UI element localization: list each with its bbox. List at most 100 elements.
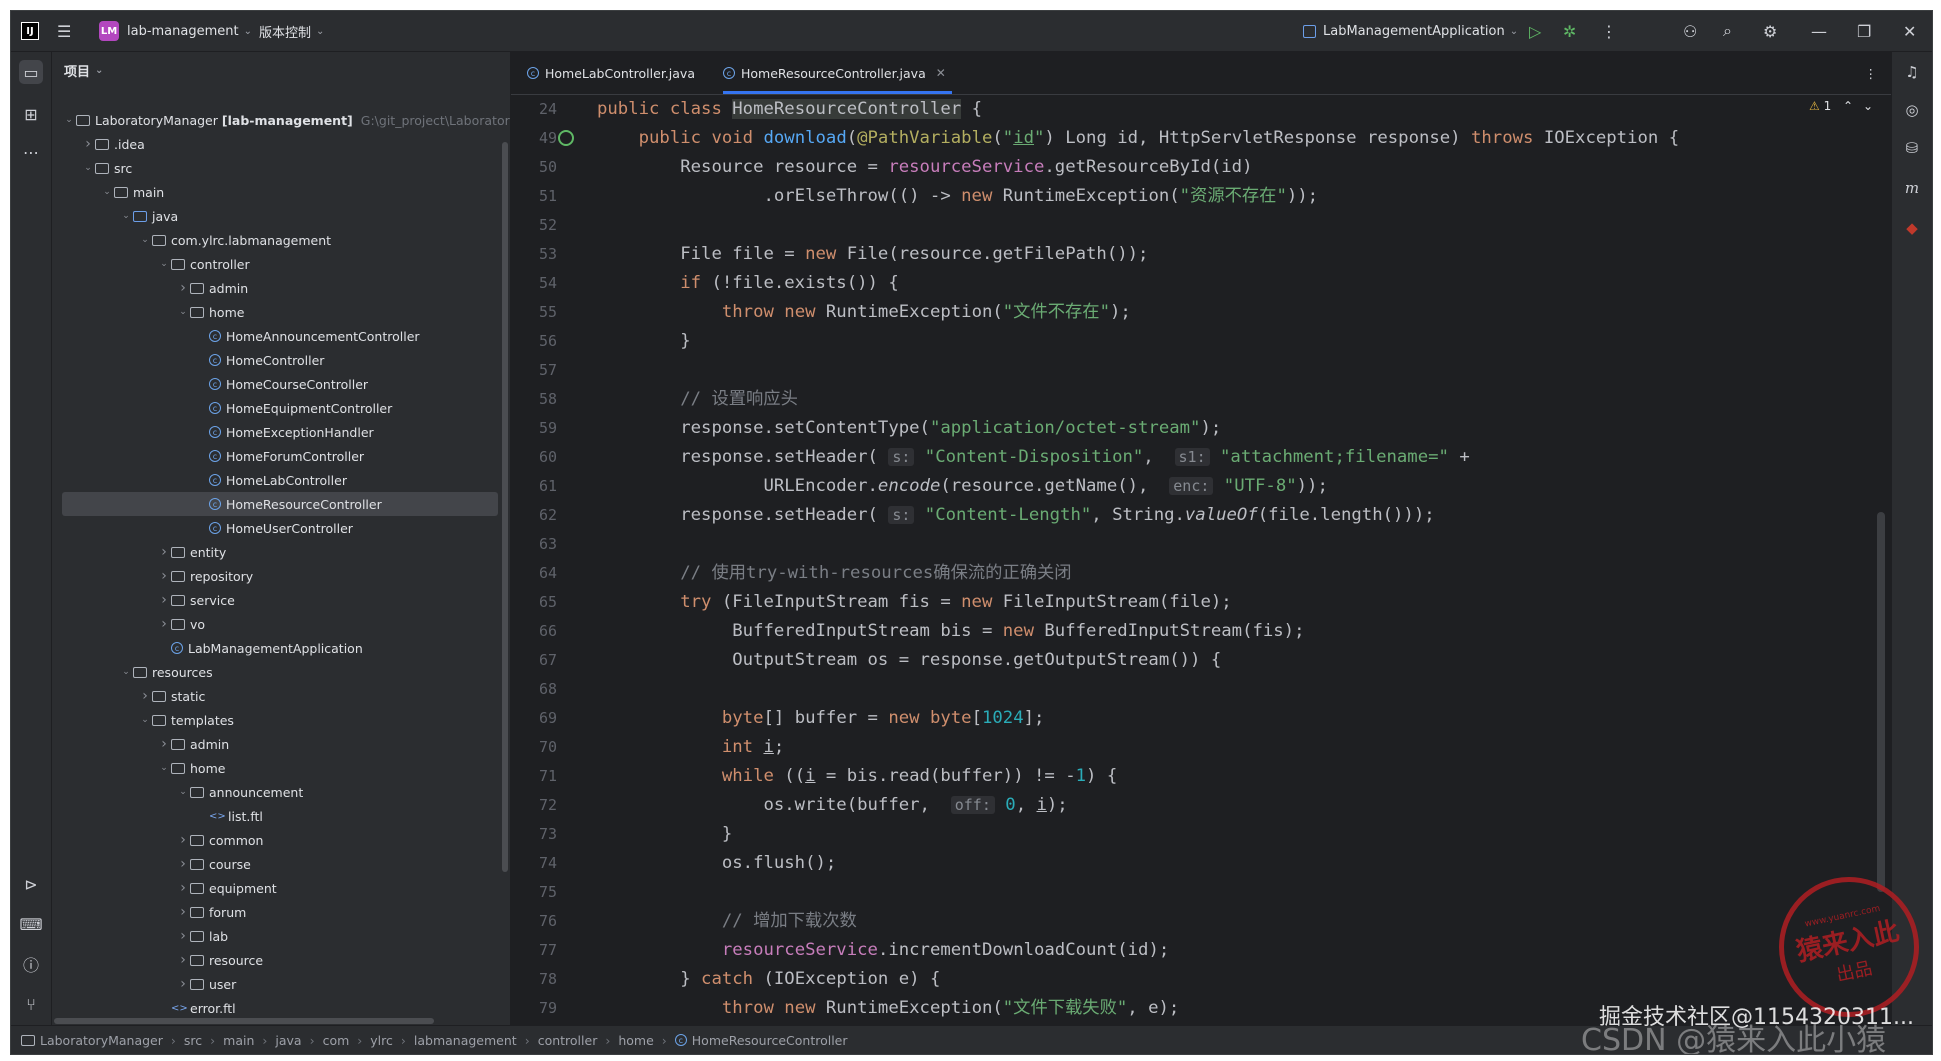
- tree-item[interactable]: ⌄ home: [52, 300, 498, 324]
- horizontal-scrollbar[interactable]: [54, 1018, 434, 1024]
- chevron-right-icon[interactable]: ›: [81, 136, 95, 152]
- restore-icon[interactable]: ❐: [1857, 22, 1871, 41]
- code-line[interactable]: 52: [511, 211, 1891, 240]
- chevron-down-icon[interactable]: ⌄: [119, 211, 133, 221]
- code-line[interactable]: 50 Resource resource = resourceService.g…: [511, 153, 1891, 182]
- code-line[interactable]: 61 URLEncoder.encode(resource.getName(),…: [511, 472, 1891, 501]
- tree-item[interactable]: › user: [52, 972, 498, 996]
- services-icon[interactable]: ⊳: [19, 872, 43, 896]
- breadcrumb-item[interactable]: labmanagement: [414, 1033, 517, 1048]
- code-line[interactable]: 53 File file = new File(resource.getFile…: [511, 240, 1891, 269]
- tree-item[interactable]: › lab: [52, 924, 498, 948]
- chevron-right-icon[interactable]: ›: [157, 616, 171, 632]
- code-line[interactable]: 60 response.setHeader( s: "Content-Dispo…: [511, 443, 1891, 472]
- code-line[interactable]: 58 // 设置响应头: [511, 385, 1891, 414]
- code-line[interactable]: 68: [511, 675, 1891, 704]
- breadcrumb-item[interactable]: src: [184, 1033, 202, 1048]
- breadcrumb-item[interactable]: com: [323, 1033, 350, 1048]
- more-tools-icon[interactable]: ⋯: [19, 140, 43, 164]
- tree-item[interactable]: › .idea: [52, 132, 498, 156]
- code-line[interactable]: 62 response.setHeader( s: "Content-Lengt…: [511, 501, 1891, 530]
- chevron-right-icon[interactable]: ›: [157, 568, 171, 584]
- tree-item[interactable]: c LabManagementApplication: [52, 636, 498, 660]
- breadcrumb-item[interactable]: LaboratoryManager: [40, 1033, 163, 1048]
- breadcrumb-item[interactable]: ylrc: [370, 1033, 393, 1048]
- code-line[interactable]: 65 try (FileInputStream fis = new FileIn…: [511, 588, 1891, 617]
- vertical-scrollbar[interactable]: [502, 142, 508, 872]
- ai-assistant-icon[interactable]: ◎: [1900, 98, 1924, 122]
- chevron-right-icon[interactable]: ›: [176, 856, 190, 872]
- tree-item[interactable]: c HomeResourceController: [62, 492, 498, 516]
- chevron-right-icon[interactable]: ›: [157, 544, 171, 560]
- breadcrumb-item[interactable]: controller: [538, 1033, 598, 1048]
- request-mapping-gutter-icon[interactable]: [558, 130, 574, 146]
- tab-options-icon[interactable]: ⋮: [1865, 52, 1878, 94]
- tree-item[interactable]: › entity: [52, 540, 498, 564]
- breadcrumb-item[interactable]: HomeResourceController: [692, 1033, 848, 1048]
- terminal-icon[interactable]: ⌨: [19, 912, 43, 936]
- code-line[interactable]: 77 resourceService.incrementDownloadCoun…: [511, 936, 1891, 965]
- tree-item[interactable]: ⌄ resources: [52, 660, 498, 684]
- code-line[interactable]: 66 BufferedInputStream bis = new Buffere…: [511, 617, 1891, 646]
- chevron-right-icon[interactable]: ›: [157, 592, 171, 608]
- code-line[interactable]: 55 throw new RuntimeException("文件不存在");: [511, 298, 1891, 327]
- tree-item[interactable]: ⌄ home: [52, 756, 498, 780]
- code-line[interactable]: 74 os.flush();: [511, 849, 1891, 878]
- chevron-right-icon[interactable]: ›: [176, 928, 190, 944]
- chevron-down-icon[interactable]: ⌄: [176, 787, 190, 797]
- code-line[interactable]: 70 int i;: [511, 733, 1891, 762]
- chevron-right-icon[interactable]: ›: [176, 904, 190, 920]
- project-switcher[interactable]: LM lab-management ⌄: [99, 11, 252, 51]
- code-line[interactable]: 71 while ((i = bis.read(buffer)) != -1) …: [511, 762, 1891, 791]
- minimize-icon[interactable]: —: [1811, 22, 1827, 41]
- project-panel-header[interactable]: 项目 ⌄: [52, 52, 510, 88]
- chevron-down-icon[interactable]: ⌄: [138, 715, 152, 725]
- tree-item[interactable]: <> list.ftl: [52, 804, 498, 828]
- folder-icon[interactable]: ▭: [19, 60, 43, 84]
- code-line[interactable]: 73 }: [511, 820, 1891, 849]
- chevron-down-icon[interactable]: ⌄: [62, 115, 76, 125]
- chevron-down-icon[interactable]: ⌄: [119, 667, 133, 677]
- chevron-down-icon[interactable]: ⌄: [176, 307, 190, 317]
- tree-item[interactable]: c HomeExceptionHandler: [52, 420, 498, 444]
- code-line[interactable]: 64 // 使用try-with-resources确保流的正确关闭: [511, 559, 1891, 588]
- code-line[interactable]: 67 OutputStream os = response.getOutputS…: [511, 646, 1891, 675]
- code-line[interactable]: 75: [511, 878, 1891, 907]
- chevron-right-icon[interactable]: ›: [176, 880, 190, 896]
- tree-item[interactable]: c HomeController: [52, 348, 498, 372]
- more-actions-icon[interactable]: ⋮: [1601, 22, 1617, 41]
- chevron-right-icon[interactable]: ›: [176, 832, 190, 848]
- code-line[interactable]: 51 .orElseThrow(() -> new RuntimeExcepti…: [511, 182, 1891, 211]
- code-line[interactable]: 69 byte[] buffer = new byte[1024];: [511, 704, 1891, 733]
- tree-item[interactable]: ⌄ com.ylrc.labmanagement: [52, 228, 498, 252]
- tab-homeresourcecontroller[interactable]: c HomeResourceController.java ✕: [723, 52, 952, 94]
- breadcrumb-item[interactable]: main: [223, 1033, 254, 1048]
- tree-item[interactable]: c HomeForumController: [52, 444, 498, 468]
- editor-scrollbar[interactable]: [1877, 512, 1885, 892]
- maven-icon[interactable]: m: [1900, 176, 1924, 200]
- main-menu-icon[interactable]: ☰: [57, 22, 71, 41]
- structure-icon[interactable]: ⊞: [19, 102, 43, 126]
- chevron-right-icon[interactable]: ›: [176, 976, 190, 992]
- tree-item[interactable]: ⌄ LaboratoryManager [lab-management] G:\git…: [52, 108, 510, 132]
- tree-item[interactable]: c HomeCourseController: [52, 372, 498, 396]
- tree-item[interactable]: ⌄ src: [52, 156, 498, 180]
- breadcrumb-item[interactable]: java: [275, 1033, 301, 1048]
- chevron-down-icon[interactable]: ⌄: [138, 235, 152, 245]
- tree-item[interactable]: › admin: [52, 276, 498, 300]
- tree-item[interactable]: ⌄ controller: [52, 252, 498, 276]
- vcs-menu[interactable]: 版本控制 ⌄: [259, 11, 324, 51]
- tree-item[interactable]: › equipment: [52, 876, 498, 900]
- code-line[interactable]: 63: [511, 530, 1891, 559]
- tree-item[interactable]: c HomeUserController: [52, 516, 498, 540]
- tree-item[interactable]: <> error.ftl: [52, 996, 498, 1020]
- chevron-down-icon[interactable]: ⌄: [157, 259, 171, 269]
- run-icon[interactable]: ▷: [1529, 22, 1541, 41]
- chevron-down-icon[interactable]: ⌄: [81, 163, 95, 173]
- debug-icon[interactable]: ✲: [1563, 22, 1576, 41]
- code-line[interactable]: 49 public void download(@PathVariable("i…: [511, 124, 1891, 153]
- tree-item[interactable]: › course: [52, 852, 498, 876]
- code-line[interactable]: 78 } catch (IOException e) {: [511, 965, 1891, 994]
- problems-icon[interactable]: ⓘ: [19, 952, 43, 976]
- chevron-right-icon[interactable]: ›: [138, 688, 152, 704]
